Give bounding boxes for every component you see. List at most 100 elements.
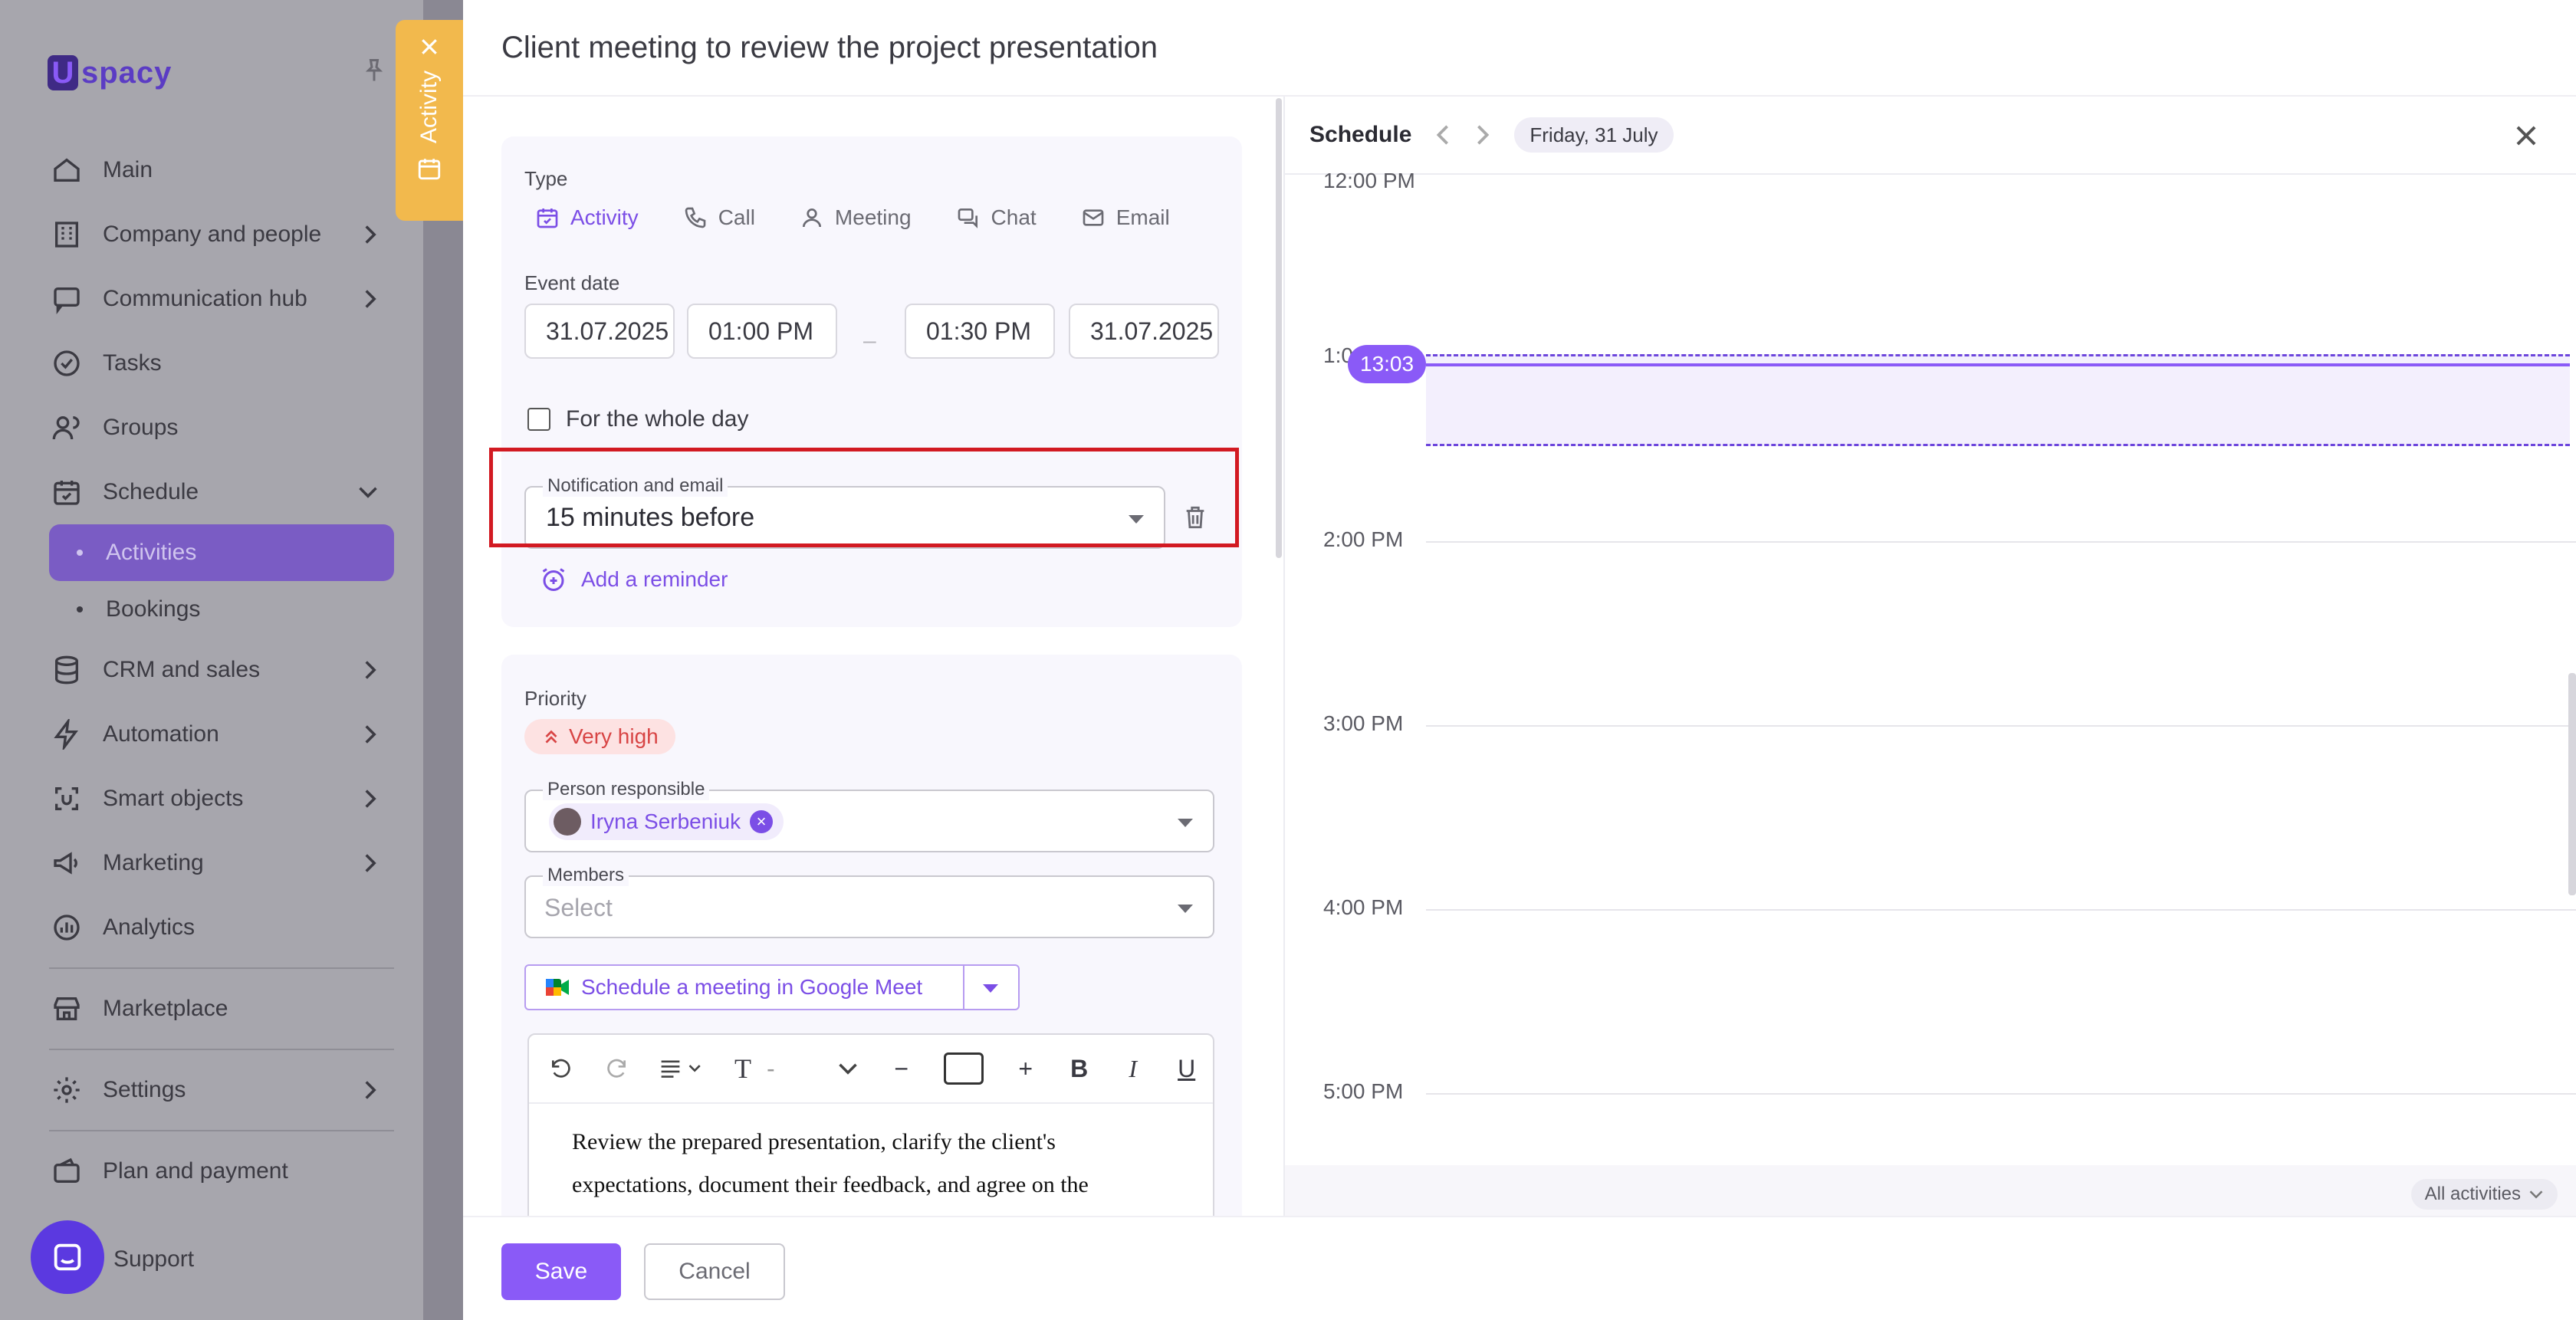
chart-icon [49,910,84,945]
decrease-button[interactable]: − [890,1055,913,1083]
sidebar-item-marketing[interactable]: Marketing [49,831,394,895]
activity-form: Type Activity Call Meeting Chat Email Ev… [463,97,1280,1216]
schedule-panel: Schedule Friday, 31 July 12:00 PM 1:00 P… [1283,97,2576,1216]
logo-mark: U [48,55,78,90]
sidebar-item-crm[interactable]: CRM and sales [49,638,394,702]
envelope-icon [1083,209,1104,226]
type-call[interactable]: Call [683,205,755,230]
priority-badge[interactable]: Very high [524,719,675,754]
redo-icon[interactable] [604,1056,629,1081]
notification-legend: Notification and email [543,475,728,497]
sidebar-item-company[interactable]: Company and people [49,202,394,267]
hour-row: 12:00 PM [1285,169,2576,192]
all-activities-dropdown[interactable]: All activities [2410,1179,2558,1210]
start-time-field[interactable]: 01:00 PM [687,304,837,359]
hour-label: 4:00 PM [1323,895,1404,919]
event-date-label: Event date [524,271,620,294]
type-meeting[interactable]: Meeting [800,205,912,230]
close-icon[interactable] [418,35,441,58]
sidebar-item-main[interactable]: Main [49,138,394,202]
type-email[interactable]: Email [1081,205,1170,230]
logo[interactable]: U spacy [48,55,172,90]
double-chevron-up-icon [545,730,557,744]
chat-widget-button[interactable] [31,1220,104,1294]
close-icon[interactable] [2512,121,2541,150]
sidebar-item-automation[interactable]: Automation [49,702,394,767]
sidebar-subitem-activities[interactable]: Activities [49,524,394,581]
remove-icon[interactable]: × [750,810,774,833]
gear-icon [49,1072,84,1108]
trash-icon[interactable] [1182,503,1208,532]
notification-select[interactable]: Notification and email 15 minutes before [524,475,1165,549]
current-time-line [1426,363,2570,366]
chevron-right-icon [365,854,376,872]
undo-icon[interactable] [549,1056,573,1081]
divider [49,1049,394,1050]
text-icon: T [734,1053,751,1084]
google-meet-dropdown[interactable] [964,966,1018,1009]
whole-day-checkbox[interactable] [527,408,550,431]
hour-row: 3:00 PM [1285,711,2576,735]
sidebar-item-groups[interactable]: Groups [49,396,394,460]
align-icon[interactable] [659,1056,704,1081]
type-activity[interactable]: Activity [535,205,639,230]
bullet-icon [77,550,83,556]
description-text[interactable]: Review the prepared presentation, clarif… [529,1104,1213,1216]
members-select[interactable]: Members Select [524,865,1214,938]
chevron-left-icon[interactable] [1434,123,1451,146]
person-responsible-select[interactable]: Person responsible Iryna Serbeniuk × [524,779,1214,852]
start-date-field[interactable]: 31.07.2025 [524,304,675,359]
event-block[interactable] [1426,354,2570,446]
lightning-icon [49,717,84,752]
chevron-down-icon [983,984,998,993]
event-card: Type Activity Call Meeting Chat Email Ev… [489,136,1242,627]
activity-side-tab[interactable]: Activity [396,20,463,221]
megaphone-icon [49,846,84,881]
pin-icon[interactable] [360,57,388,84]
person-chip[interactable]: Iryna Serbeniuk × [549,803,784,840]
drawer-footer: Save Cancel [463,1216,2576,1320]
sidebar-item-support[interactable]: Support [113,1246,194,1272]
sidebar-item-marketplace[interactable]: Marketplace [49,977,394,1041]
chevron-right-icon[interactable] [1474,123,1491,146]
sidebar-item-schedule[interactable]: Schedule [49,460,394,524]
sidebar-item-communication[interactable]: Communication hub [49,267,394,331]
text-size-icon[interactable]: T- [734,1052,775,1085]
sidebar-item-tasks[interactable]: Tasks [49,331,394,396]
font-size-input[interactable] [943,1052,984,1085]
editor-toolbar: T- − + B I U [529,1035,1213,1104]
database-icon [49,652,84,688]
bold-button[interactable]: B [1068,1055,1091,1083]
increase-button[interactable]: + [1014,1055,1037,1083]
save-button[interactable]: Save [501,1243,621,1300]
sidebar-item-analytics[interactable]: Analytics [49,895,394,960]
italic-button[interactable]: I [1122,1055,1145,1083]
priority-value: Very high [569,724,659,748]
chevron-down-icon[interactable] [836,1062,859,1075]
sidebar-item-plan[interactable]: Plan and payment [49,1139,394,1203]
cancel-button[interactable]: Cancel [644,1243,785,1300]
sidebar-item-smart-objects[interactable]: Smart objects [49,767,394,831]
activity-drawer: Client meeting to review the project pre… [463,0,2576,1320]
check-circle-icon [49,346,84,381]
sidebar-subitem-bookings[interactable]: Bookings [49,581,394,638]
add-reminder-button[interactable]: Add a reminder [540,566,728,593]
form-scrollbar[interactable] [1276,98,1282,558]
chevron-right-icon [365,1081,376,1099]
description-editor[interactable]: T- − + B I U Review the prepared present… [527,1033,1214,1216]
type-chat[interactable]: Chat [956,205,1037,230]
schedule-date[interactable]: Friday, 31 July [1514,117,1674,153]
type-label: Chat [991,205,1037,229]
hour-row: 4:00 PM [1285,895,2576,919]
end-date-field[interactable]: 31.07.2025 [1069,304,1219,359]
person-responsible-legend: Person responsible [543,779,710,800]
schedule-scrollbar[interactable] [2568,673,2576,895]
google-meet-button[interactable]: Schedule a meeting in Google Meet [526,966,964,1009]
sidebar-item-label: Plan and payment [103,1158,288,1184]
sidebar-item-settings[interactable]: Settings [49,1058,394,1122]
divider [49,1130,394,1131]
end-time-field[interactable]: 01:30 PM [905,304,1055,359]
underline-button[interactable]: U [1175,1055,1198,1083]
alarm-plus-icon [542,568,565,591]
page-title[interactable]: Client meeting to review the project pre… [501,31,1158,65]
